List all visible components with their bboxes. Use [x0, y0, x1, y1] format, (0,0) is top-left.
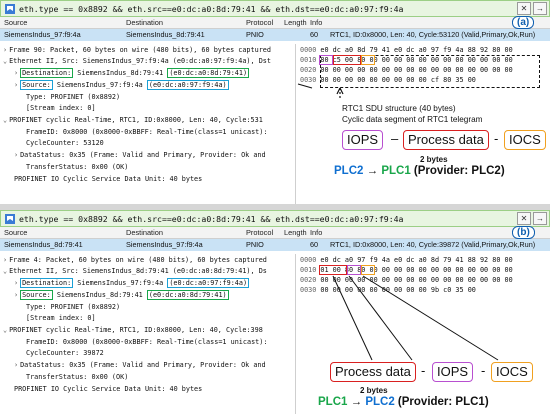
flow-direction: PLC1 → PLC2 (Provider: PLC1): [318, 396, 489, 408]
separator-dash: -: [421, 363, 426, 378]
process-data-label: Process data: [330, 362, 416, 382]
capture-panel-a: eth.type == 0x8892 && eth.src==e0:dc:a0:…: [0, 0, 550, 204]
iocs-label: IOCS: [491, 362, 533, 382]
iops-label: IOPS: [342, 130, 384, 150]
sdu-structure-note: RTC1 SDU structure (40 bytes): [342, 104, 456, 113]
annotation-arrows: [332, 275, 499, 361]
iops-label: IOPS: [432, 362, 474, 382]
two-bytes-note: 2 bytes: [360, 386, 388, 395]
capture-panel-b: eth.type == 0x8892 && eth.src==e0:dc:a0:…: [0, 210, 550, 414]
separator-dash: -: [481, 363, 486, 378]
flow-direction: PLC2 → PLC1 (Provider: PLC2): [334, 165, 505, 177]
two-bytes-note: 2 bytes: [420, 155, 448, 164]
iocs-label: IOCS: [504, 130, 546, 150]
separator-dash: –: [391, 131, 399, 146]
separator-dash: -: [494, 131, 499, 146]
process-data-label: Process data: [403, 130, 489, 150]
cyclic-segment-note: Cyclic data segment of RTC1 telegram: [342, 115, 483, 124]
